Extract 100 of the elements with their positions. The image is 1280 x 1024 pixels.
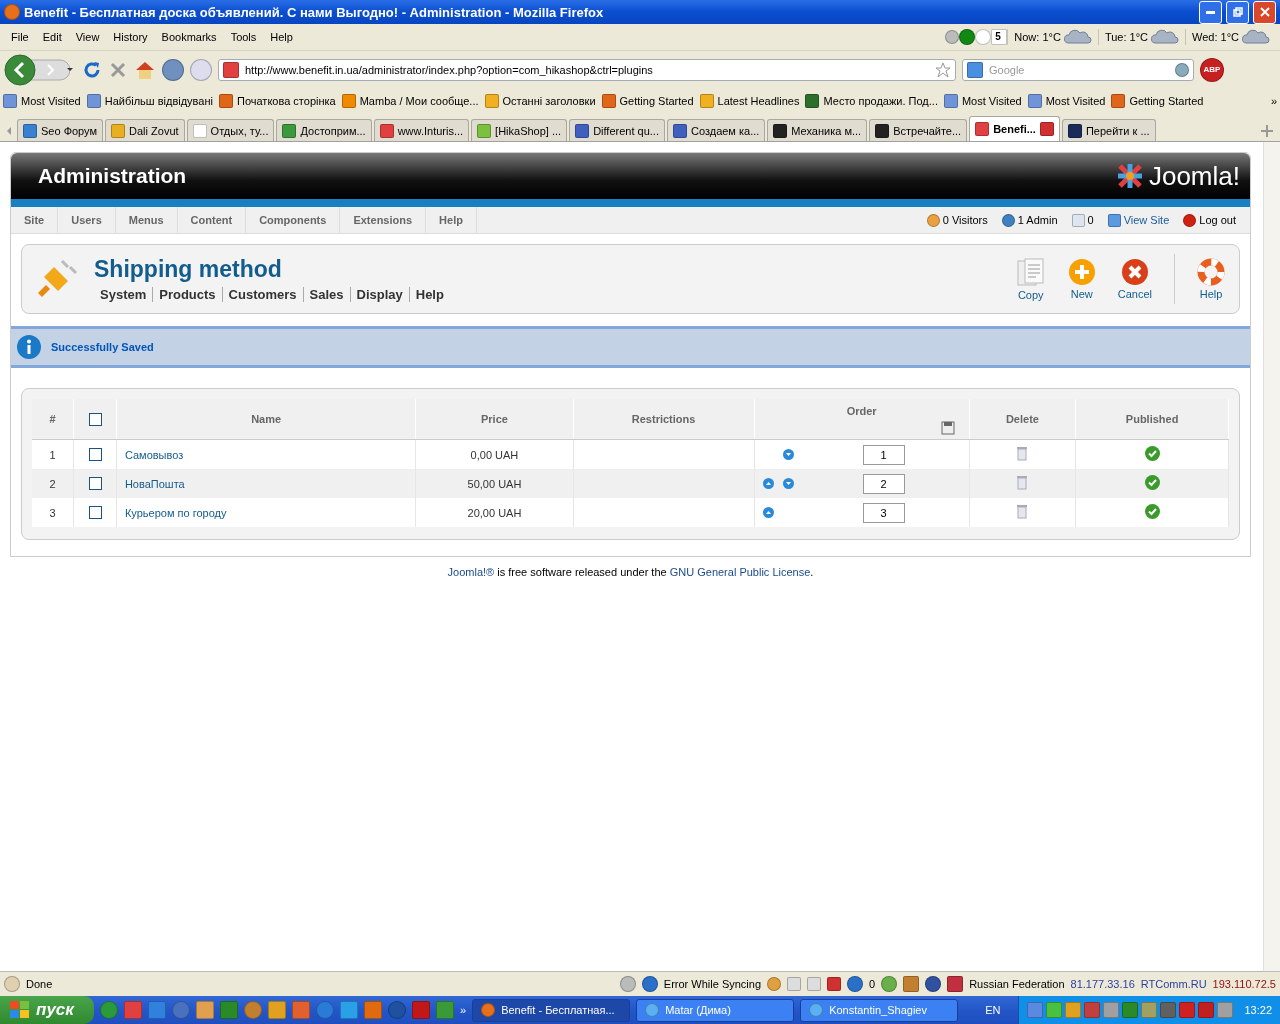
move-down-icon[interactable] bbox=[782, 449, 794, 460]
close-icon bbox=[1259, 7, 1270, 17]
toolbar-button[interactable]: Cancel bbox=[1113, 258, 1156, 300]
order-field[interactable]: 2 bbox=[862, 473, 905, 494]
status-text: Done bbox=[26, 978, 53, 990]
bookmark[interactable]: Most Visited bbox=[943, 94, 1022, 108]
bookmark[interactable]: Найбільш відвідувані bbox=[86, 94, 213, 108]
submenu-link[interactable]: Products bbox=[152, 287, 222, 302]
bookmark[interactable]: Getting Started bbox=[1111, 94, 1204, 108]
browser-tab[interactable]: Создаем ка... bbox=[666, 119, 766, 141]
shipping-name-link[interactable]: НоваПошта bbox=[124, 477, 185, 490]
submenu-link[interactable]: Customers bbox=[221, 287, 303, 302]
header-link[interactable]: Log out bbox=[1199, 214, 1236, 226]
submenu-link[interactable]: Help bbox=[408, 287, 450, 302]
menu-item[interactable]: Edit bbox=[35, 31, 69, 43]
menu-item[interactable]: History bbox=[106, 31, 155, 43]
browser-tab[interactable]: Different qu... bbox=[569, 119, 665, 141]
admin-menu-item[interactable]: Content bbox=[177, 207, 247, 233]
published-icon[interactable] bbox=[1144, 446, 1160, 461]
admin-menu-item[interactable]: Components bbox=[246, 207, 341, 233]
move-up-icon[interactable] bbox=[762, 478, 774, 489]
toolbar-button[interactable]: New bbox=[1063, 258, 1100, 300]
submenu-link[interactable]: Sales bbox=[302, 287, 350, 302]
start-button[interactable]: пуск bbox=[0, 996, 94, 1024]
toolbar-button[interactable]: Copy bbox=[1011, 257, 1050, 301]
bookmark[interactable]: Most Visited bbox=[1027, 94, 1106, 108]
admin-menu-item[interactable]: Help bbox=[426, 207, 477, 233]
browser-tab[interactable]: Достоприм... bbox=[276, 119, 372, 141]
bookmark[interactable]: Most Visited bbox=[3, 94, 81, 108]
menu-item[interactable]: Help bbox=[263, 31, 300, 43]
move-up-icon[interactable] bbox=[762, 507, 774, 518]
toolbar-button[interactable]: Help bbox=[1193, 258, 1229, 300]
more-bookmarks[interactable]: » bbox=[1270, 95, 1277, 107]
browser-tab[interactable]: www.Inturis... bbox=[373, 119, 470, 141]
adblock-button[interactable]: ABP bbox=[1200, 58, 1224, 82]
footer-link[interactable]: Joomla!® bbox=[447, 566, 495, 578]
more-icons[interactable]: » bbox=[460, 1004, 467, 1016]
bookmark[interactable]: Останні заголовки bbox=[484, 94, 596, 108]
taskbar-button[interactable]: Matar (Дима) bbox=[636, 998, 795, 1022]
ip-address: 193.110.72.5 bbox=[1212, 978, 1276, 990]
lifebuoy-icon bbox=[1197, 258, 1225, 286]
address-field[interactable]: http://www.benefit.in.ua/administrator/index.php?option=com_hikashop&ctrl=plugins bbox=[218, 59, 956, 81]
home-icon[interactable] bbox=[134, 60, 156, 80]
browser-tab[interactable]: Отдых, ту... bbox=[186, 119, 275, 141]
row-checkbox[interactable] bbox=[88, 506, 102, 520]
admin-menu-item[interactable]: Users bbox=[58, 207, 116, 233]
save-order-icon[interactable] bbox=[940, 421, 955, 435]
bookmark[interactable]: Mamba / Мои сообще... bbox=[341, 94, 479, 108]
browser-tab[interactable]: Механика м... bbox=[767, 119, 868, 141]
browser-tab[interactable]: Benefi... bbox=[969, 116, 1060, 141]
footer-text: Joomla!® is free software released under the GNU General Public License. bbox=[447, 566, 814, 578]
menu-item[interactable]: File bbox=[4, 31, 36, 43]
trash-icon[interactable] bbox=[1017, 446, 1028, 461]
admin-menu-item[interactable]: Menus bbox=[115, 207, 178, 233]
scrollbar[interactable] bbox=[1263, 142, 1280, 971]
taskbar-button[interactable]: Konstantin_Shagiev bbox=[800, 998, 959, 1022]
close-tab-icon[interactable] bbox=[1039, 122, 1054, 136]
menu-item[interactable]: Bookmarks bbox=[154, 31, 224, 43]
browser-tab[interactable]: Dali Zovut bbox=[105, 119, 185, 141]
order-field[interactable]: 1 bbox=[862, 444, 905, 465]
published-icon[interactable] bbox=[1144, 504, 1160, 519]
browser-tab[interactable]: Перейти к ... bbox=[1061, 119, 1156, 141]
trash-icon[interactable] bbox=[1017, 475, 1028, 490]
published-icon[interactable] bbox=[1144, 475, 1160, 490]
shipping-name-link[interactable]: Курьером по городу bbox=[124, 506, 227, 519]
restore-button[interactable] bbox=[1226, 0, 1249, 24]
reload-icon[interactable] bbox=[82, 60, 102, 80]
order-field[interactable]: 3 bbox=[862, 502, 905, 523]
bookmark[interactable]: Getting Started bbox=[601, 94, 694, 108]
move-down-icon[interactable] bbox=[782, 478, 794, 489]
language-indicator[interactable]: EN bbox=[973, 1004, 1013, 1016]
trash-icon[interactable] bbox=[1017, 504, 1028, 519]
taskbar-button[interactable]: Benefit - Бесплатная... bbox=[472, 998, 631, 1022]
browser-tab[interactable]: Встречайте... bbox=[869, 119, 968, 141]
bookmark[interactable]: Latest Headlines bbox=[699, 94, 800, 108]
select-all-checkbox[interactable] bbox=[88, 412, 102, 426]
admin-menu-item[interactable]: Site bbox=[11, 207, 59, 233]
price-cell: 20,00 UAH bbox=[467, 506, 522, 519]
tray-icon bbox=[1046, 1002, 1063, 1018]
menu-item[interactable]: Tools bbox=[223, 31, 264, 43]
bookmark[interactable]: Початкова сторінка bbox=[218, 94, 336, 108]
stop-icon[interactable] bbox=[108, 60, 128, 80]
admin-menu-item[interactable]: Extensions bbox=[340, 207, 427, 233]
browser-tab[interactable]: [HikaShop] ... bbox=[471, 119, 568, 141]
row-checkbox[interactable] bbox=[88, 448, 102, 462]
close-button[interactable] bbox=[1253, 0, 1276, 24]
shipping-name-link[interactable]: Самовывоз bbox=[124, 448, 184, 461]
header-link[interactable]: View Site bbox=[1123, 214, 1170, 226]
bookmark[interactable]: Место продажи. Под... bbox=[805, 94, 938, 108]
browser-tab[interactable]: Seo Форум bbox=[17, 119, 104, 141]
weather-label: Tue: 1°C bbox=[1104, 31, 1148, 43]
row-checkbox[interactable] bbox=[88, 477, 102, 491]
quick-launch-icon bbox=[220, 1001, 238, 1019]
menu-item[interactable]: View bbox=[68, 31, 107, 43]
submenu-link[interactable]: Display bbox=[349, 287, 409, 302]
submenu-link[interactable]: System bbox=[94, 287, 153, 302]
minimize-button[interactable] bbox=[1199, 0, 1222, 24]
quick-launch-icon bbox=[100, 1001, 118, 1019]
back-button[interactable] bbox=[4, 54, 76, 86]
star-icon[interactable] bbox=[935, 62, 951, 78]
